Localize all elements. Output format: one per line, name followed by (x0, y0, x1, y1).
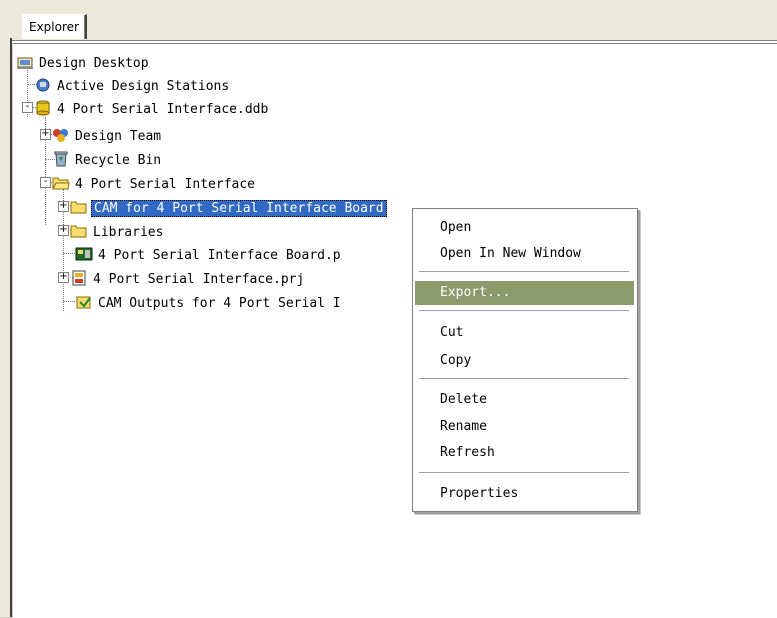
folder-icon (70, 223, 88, 239)
tree-item-libraries[interactable]: Libraries (70, 222, 165, 244)
tree-item-label: Design Desktop (39, 56, 149, 71)
tree-item-board-pcb[interactable]: 4 Port Serial Interface Board.p (75, 245, 343, 267)
tree-item-label: Design Team (75, 129, 162, 144)
tree-item-label: Libraries (93, 225, 164, 240)
tree-item-design-team[interactable]: Design Team (52, 126, 163, 148)
team-icon (52, 127, 70, 143)
menu-separator (419, 472, 629, 473)
expand-toggle[interactable]: + (58, 225, 69, 236)
folder-icon (70, 199, 88, 215)
database-icon (34, 100, 52, 116)
cam-outputs-icon (75, 294, 93, 310)
tree-item-label: CAM Outputs for 4 Port Serial I (98, 296, 341, 311)
tree-item-label: 4 Port Serial Interface.prj (93, 272, 305, 287)
tree-item-project[interactable]: 4 Port Serial Interface.prj (70, 269, 306, 291)
project-icon (70, 270, 88, 286)
expand-toggle[interactable]: + (58, 201, 69, 212)
tree-item-recycle-bin[interactable]: Recycle Bin (52, 150, 163, 172)
menu-separator (419, 378, 629, 379)
desktop-icon (16, 54, 34, 70)
tree-item-active-design-stations[interactable]: Active Design Stations (34, 76, 231, 98)
tree-item-label: CAM for 4 Port Serial Interface Board (91, 200, 387, 217)
menu-item-open-in-new-window[interactable]: Open In New Window (415, 242, 634, 266)
menu-item-copy[interactable]: Copy (415, 349, 634, 373)
menu-item-export[interactable]: Export... (415, 281, 634, 305)
menu-item-open[interactable]: Open (415, 216, 634, 240)
expand-toggle[interactable]: + (58, 272, 69, 283)
expand-toggle[interactable]: + (40, 129, 51, 140)
tab-explorer[interactable]: Explorer (22, 14, 87, 39)
menu-separator (419, 310, 629, 311)
context-menu: Open Open In New Window Export... Cut Co… (412, 208, 638, 512)
menu-item-properties[interactable]: Properties (415, 482, 634, 506)
tab-strip: Explorer (0, 0, 777, 44)
tree-item-ddb[interactable]: 4 Port Serial Interface.ddb (34, 99, 270, 121)
tree-item-label: Active Design Stations (57, 79, 230, 94)
menu-separator (419, 271, 629, 272)
explorer-tree[interactable]: Design Desktop Active Design Stations - … (13, 43, 777, 618)
stations-icon (34, 77, 52, 93)
menu-item-delete[interactable]: Delete (415, 388, 634, 412)
tree-item-cam-outputs[interactable]: CAM Outputs for 4 Port Serial I (75, 293, 343, 315)
folder-open-icon (52, 175, 70, 191)
tree-item-4-port-serial-interface[interactable]: 4 Port Serial Interface (52, 174, 257, 196)
menu-item-rename[interactable]: Rename (415, 415, 634, 439)
tree-item-label: Recycle Bin (75, 153, 162, 168)
tree-connector (63, 253, 75, 254)
tree-item-design-desktop[interactable]: Design Desktop (16, 53, 151, 75)
tree-connector (63, 301, 75, 302)
tree-item-cam-for-board[interactable]: CAM for 4 Port Serial Interface Board (70, 198, 387, 220)
pcb-document-icon (75, 246, 93, 262)
menu-item-cut[interactable]: Cut (415, 321, 634, 345)
collapse-toggle[interactable]: - (22, 102, 33, 113)
tree-item-label: 4 Port Serial Interface Board.p (98, 248, 341, 263)
left-frame (0, 38, 12, 617)
collapse-toggle[interactable]: - (40, 177, 51, 188)
tree-item-label: 4 Port Serial Interface.ddb (57, 102, 269, 117)
menu-item-refresh[interactable]: Refresh (415, 441, 634, 465)
recycle-bin-icon (52, 151, 70, 167)
tree-item-label: 4 Port Serial Interface (75, 177, 256, 192)
